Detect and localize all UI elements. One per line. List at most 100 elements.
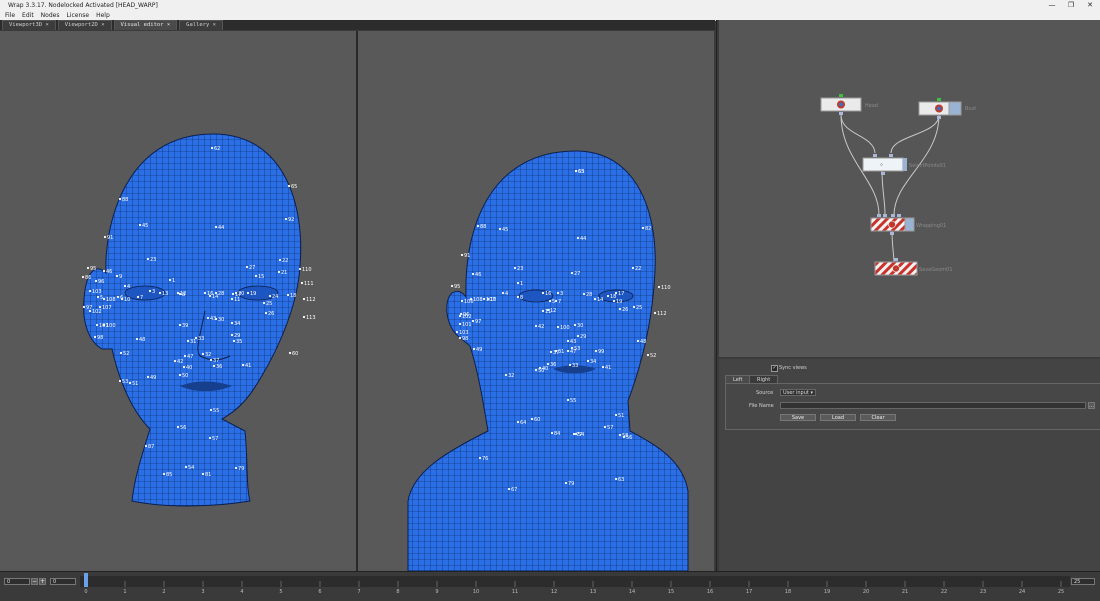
close-button[interactable]: ✕ [1081, 0, 1099, 10]
source-select[interactable]: User input ▾ [780, 389, 816, 396]
left-landmark-point[interactable] [88, 309, 92, 313]
right-landmark-point[interactable] [632, 305, 636, 309]
left-landmark-point[interactable] [136, 295, 140, 299]
right-landmark-point[interactable] [546, 308, 550, 312]
right-landmark-point[interactable] [469, 297, 473, 301]
right-landmark-point[interactable] [458, 314, 462, 318]
right-landmark-point[interactable] [566, 398, 570, 402]
left-landmark-point[interactable] [184, 465, 188, 469]
timeline-playhead[interactable] [84, 573, 88, 587]
menu-help[interactable]: Help [96, 12, 110, 19]
left-landmark-point[interactable] [144, 444, 148, 448]
left-landmark-point[interactable] [182, 365, 186, 369]
left-landmark-point[interactable] [232, 339, 236, 343]
left-landmark-point[interactable] [209, 358, 213, 362]
right-landmark-point[interactable] [618, 307, 622, 311]
right-landmark-point[interactable] [549, 350, 553, 354]
right-landmark-point[interactable] [573, 323, 577, 327]
left-landmark-point[interactable] [168, 278, 172, 282]
right-landmark-point[interactable] [482, 297, 486, 301]
right-landmark-point[interactable] [603, 425, 607, 429]
left-landmark-point[interactable] [148, 289, 152, 293]
save-button[interactable]: Save [780, 414, 816, 421]
right-landmark-point[interactable] [568, 363, 572, 367]
output-port[interactable] [890, 232, 894, 235]
input-port[interactable] [877, 214, 881, 217]
right-landmark-point[interactable] [612, 299, 616, 303]
left-landmark-point[interactable] [102, 297, 106, 301]
right-landmark-point[interactable] [530, 417, 534, 421]
left-landmark-point[interactable] [288, 351, 292, 355]
left-landmark-point[interactable] [98, 305, 102, 309]
left-landmark-point[interactable] [95, 323, 99, 327]
left-landmark-point[interactable] [241, 363, 245, 367]
output-port[interactable] [881, 172, 885, 175]
right-landmark-point[interactable] [574, 432, 578, 436]
right-landmark-point[interactable] [574, 169, 578, 173]
right-landmark-point[interactable] [541, 309, 545, 313]
right-landmark-point[interactable] [534, 324, 538, 328]
left-landmark-point[interactable] [118, 379, 122, 383]
right-landmark-point[interactable] [601, 365, 605, 369]
bust-mesh-view[interactable]: 638288 45449146232722110951069641816 3 18 17… [358, 31, 714, 571]
left-landmark-point[interactable] [103, 235, 107, 239]
right-landmark-point[interactable] [455, 330, 459, 334]
right-landmark-point[interactable] [614, 291, 618, 295]
left-landmark-point[interactable] [234, 291, 238, 295]
left-landmark-point[interactable] [96, 295, 100, 299]
left-landmark-point[interactable] [230, 297, 234, 301]
left-landmark-point[interactable] [208, 436, 212, 440]
left-landmark-point[interactable] [284, 217, 288, 221]
menu-license[interactable]: License [66, 12, 89, 19]
minimize-button[interactable]: — [1043, 0, 1061, 10]
left-landmark-point[interactable] [208, 294, 212, 298]
right-landmark-point[interactable] [460, 299, 464, 303]
right-landmark-point[interactable] [554, 299, 558, 303]
left-landmark-point[interactable] [178, 373, 182, 377]
input-port[interactable] [839, 94, 843, 97]
right-landmark-point[interactable] [657, 285, 661, 289]
left-landmark-point[interactable] [230, 321, 234, 325]
left-landmark-point[interactable] [176, 291, 180, 295]
viewport-left[interactable]: 62 65 88 45 44 92 91 95 46 9 23 1 27 15 21 22 110 86 96 4 3 8… [0, 31, 356, 571]
right-landmark-point[interactable] [636, 339, 640, 343]
right-landmark-point[interactable] [576, 236, 580, 240]
tab-viewport3d[interactable]: Viewport3D × [2, 20, 56, 30]
right-landmark-point[interactable] [458, 336, 462, 340]
left-landmark-point[interactable] [277, 270, 281, 274]
right-landmark-point[interactable] [564, 481, 568, 485]
right-landmark-point[interactable] [471, 272, 475, 276]
right-landmark-point[interactable] [614, 477, 618, 481]
left-landmark-point[interactable] [212, 364, 216, 368]
input-port[interactable] [883, 214, 887, 217]
left-landmark-point[interactable] [230, 333, 234, 337]
input-port[interactable] [891, 214, 895, 217]
timeline-track[interactable] [80, 576, 1070, 587]
right-landmark-point[interactable] [501, 291, 505, 295]
left-landmark-point[interactable] [268, 294, 272, 298]
left-landmark-point[interactable] [128, 381, 132, 385]
left-landmark-point[interactable] [118, 197, 122, 201]
tab-visual-editor[interactable]: Visual editor × [113, 20, 178, 30]
right-landmark-point[interactable] [641, 226, 645, 230]
right-landmark-point[interactable] [618, 433, 622, 437]
menu-nodes[interactable]: Nodes [41, 12, 60, 19]
left-landmark-point[interactable] [206, 316, 210, 320]
right-landmark-point[interactable] [472, 347, 476, 351]
right-landmark-point[interactable] [572, 432, 576, 436]
node-editor[interactable]: Head Bust ⁘ SelectPoints01 Wrapping01 Sa… [719, 20, 1100, 357]
left-landmark-point[interactable] [183, 354, 187, 358]
left-landmark-point[interactable] [119, 351, 123, 355]
left-landmark-point[interactable] [246, 291, 250, 295]
timeline-current-input[interactable]: 0 [50, 578, 76, 585]
input-port[interactable] [937, 98, 941, 101]
tab-viewport2d[interactable]: Viewport2D × [57, 20, 112, 30]
left-landmark-point[interactable] [120, 297, 124, 301]
left-landmark-point[interactable] [209, 408, 213, 412]
left-landmark-point[interactable] [278, 258, 282, 262]
right-landmark-point[interactable] [541, 291, 545, 295]
left-landmark-point[interactable] [102, 269, 106, 273]
right-landmark-point[interactable] [476, 224, 480, 228]
left-landmark-point[interactable] [86, 266, 90, 270]
left-landmark-point[interactable] [302, 297, 306, 301]
